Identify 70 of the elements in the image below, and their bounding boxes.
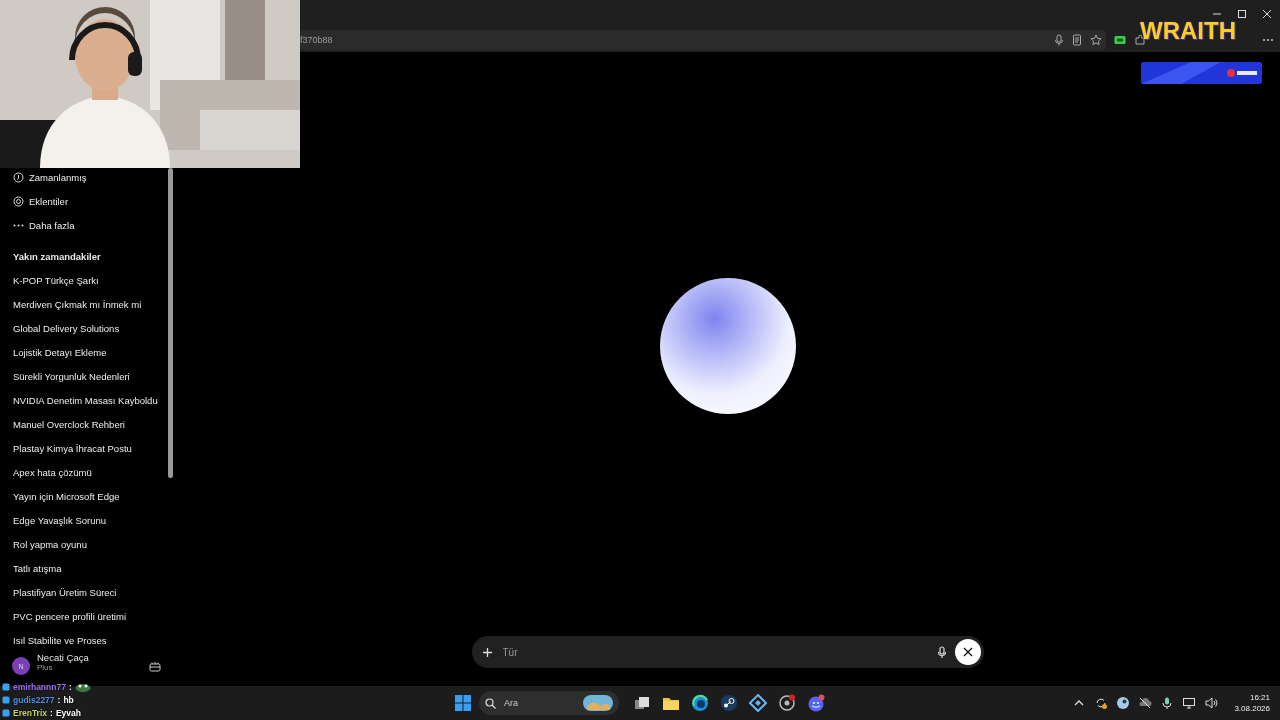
plan-label: Plus <box>37 663 54 672</box>
microphone-icon[interactable] <box>1054 34 1064 46</box>
sync-icon[interactable] <box>1094 696 1109 710</box>
chat-history-item[interactable]: Manuel Overclock Rehberi <box>0 412 175 436</box>
chat-history-item[interactable]: Apex hata çözümü <box>0 460 175 484</box>
menu-label: Eklentiler <box>29 195 69 207</box>
section-heading: Yakın zamandakiler <box>12 249 102 264</box>
chat-history-item[interactable]: Merdiven Çıkmak mı İnmek mi <box>0 292 175 316</box>
microphone-icon[interactable] <box>1160 696 1175 710</box>
user-name: Necati Çaça <box>37 652 90 663</box>
chat-history-item[interactable]: Yayın için Microsoft Edge <box>0 484 175 508</box>
menu-item[interactable]: Eklentiler <box>0 189 175 213</box>
chat-history-item[interactable]: NVIDIA Denetim Masası Kayboldu <box>0 388 175 412</box>
chat-username: ErenTrix <box>13 708 48 718</box>
chat-history-item[interactable]: K-POP Türkçe Şarkı <box>0 268 175 292</box>
clock-time: 16:21 <box>1249 692 1270 703</box>
windows-logo-icon[interactable] <box>453 694 472 712</box>
menu-label: Zamanlanmış <box>29 171 87 183</box>
landscape-icon <box>583 695 613 711</box>
chat-history-item[interactable]: Edge Yavaşlık Sorunu <box>0 508 175 532</box>
search-icon <box>485 697 496 709</box>
gift-icon[interactable] <box>149 660 161 672</box>
cloud-off-icon[interactable] <box>1138 696 1153 710</box>
microphone-icon[interactable] <box>936 645 947 659</box>
chat-history-item[interactable]: Tatlı atışma <box>0 556 175 580</box>
more-icon[interactable] <box>1262 38 1274 42</box>
chat-separator: : <box>68 682 72 692</box>
speaker-icon[interactable] <box>1204 696 1219 710</box>
chat-history-item[interactable]: Rol yapma oyunu <box>0 532 175 556</box>
clock-icon <box>13 171 24 183</box>
display-icon[interactable] <box>1182 696 1197 710</box>
chat-history-item[interactable]: Plastay Kimya İhracat Postu <box>0 436 175 460</box>
chat-app-icon[interactable] <box>806 694 825 712</box>
close-icon[interactable] <box>1262 9 1272 19</box>
chat-username: emirhannn77 <box>13 682 66 692</box>
menu-item[interactable]: Daha fazla <box>0 213 175 237</box>
task-view-icon[interactable] <box>632 694 651 712</box>
chat-username: gudis2277 <box>13 695 55 705</box>
reader-icon[interactable] <box>1072 34 1082 46</box>
clock-date: 3.08.2026 <box>1234 703 1270 714</box>
star-icon[interactable] <box>1090 34 1102 46</box>
extension-icon[interactable] <box>1114 35 1126 45</box>
search-placeholder: Ara <box>504 698 519 708</box>
menu-item[interactable]: Zamanlanmış <box>0 165 175 189</box>
recorder-icon[interactable] <box>777 694 796 712</box>
chat-history-item[interactable]: PVC pencere profili üretimi <box>0 604 175 628</box>
chat-message: Eyvah <box>55 708 81 718</box>
message-composer[interactable]: Tür <box>471 636 984 668</box>
chat-history-item[interactable]: Sürekli Yorgunluk Nedenleri <box>0 364 175 388</box>
close-icon <box>962 647 973 657</box>
chat-history-item[interactable]: Isıl Stabilite ve Proses <box>0 628 175 646</box>
frog-emote-icon <box>74 682 91 692</box>
chat-separator: : <box>57 695 61 705</box>
diamond-grid-icon[interactable] <box>748 694 767 712</box>
plus-icon[interactable] <box>481 646 493 658</box>
close-button[interactable] <box>954 639 981 665</box>
chat-history-item[interactable]: Plastifiyan Üretim Süreci <box>0 580 175 604</box>
url-text: f370b88 <box>300 35 334 45</box>
maximize-icon[interactable] <box>1237 9 1247 19</box>
scrollbar-thumb[interactable] <box>168 168 173 478</box>
chat-separator: : <box>50 708 53 718</box>
stream-logo: WRAITH <box>1140 17 1236 45</box>
message-input[interactable]: Tür <box>500 645 929 659</box>
chat-message: hb <box>63 695 74 705</box>
chat-history-item[interactable]: Lojistik Detayı Ekleme <box>0 340 175 364</box>
search-field[interactable]: Ara <box>479 691 619 715</box>
menu-label: Daha fazla <box>29 219 75 231</box>
chat-history-item[interactable]: Global Delivery Solutions <box>0 316 175 340</box>
address-bar[interactable]: f370b88 <box>300 30 1106 50</box>
browser-icon[interactable] <box>690 694 709 712</box>
